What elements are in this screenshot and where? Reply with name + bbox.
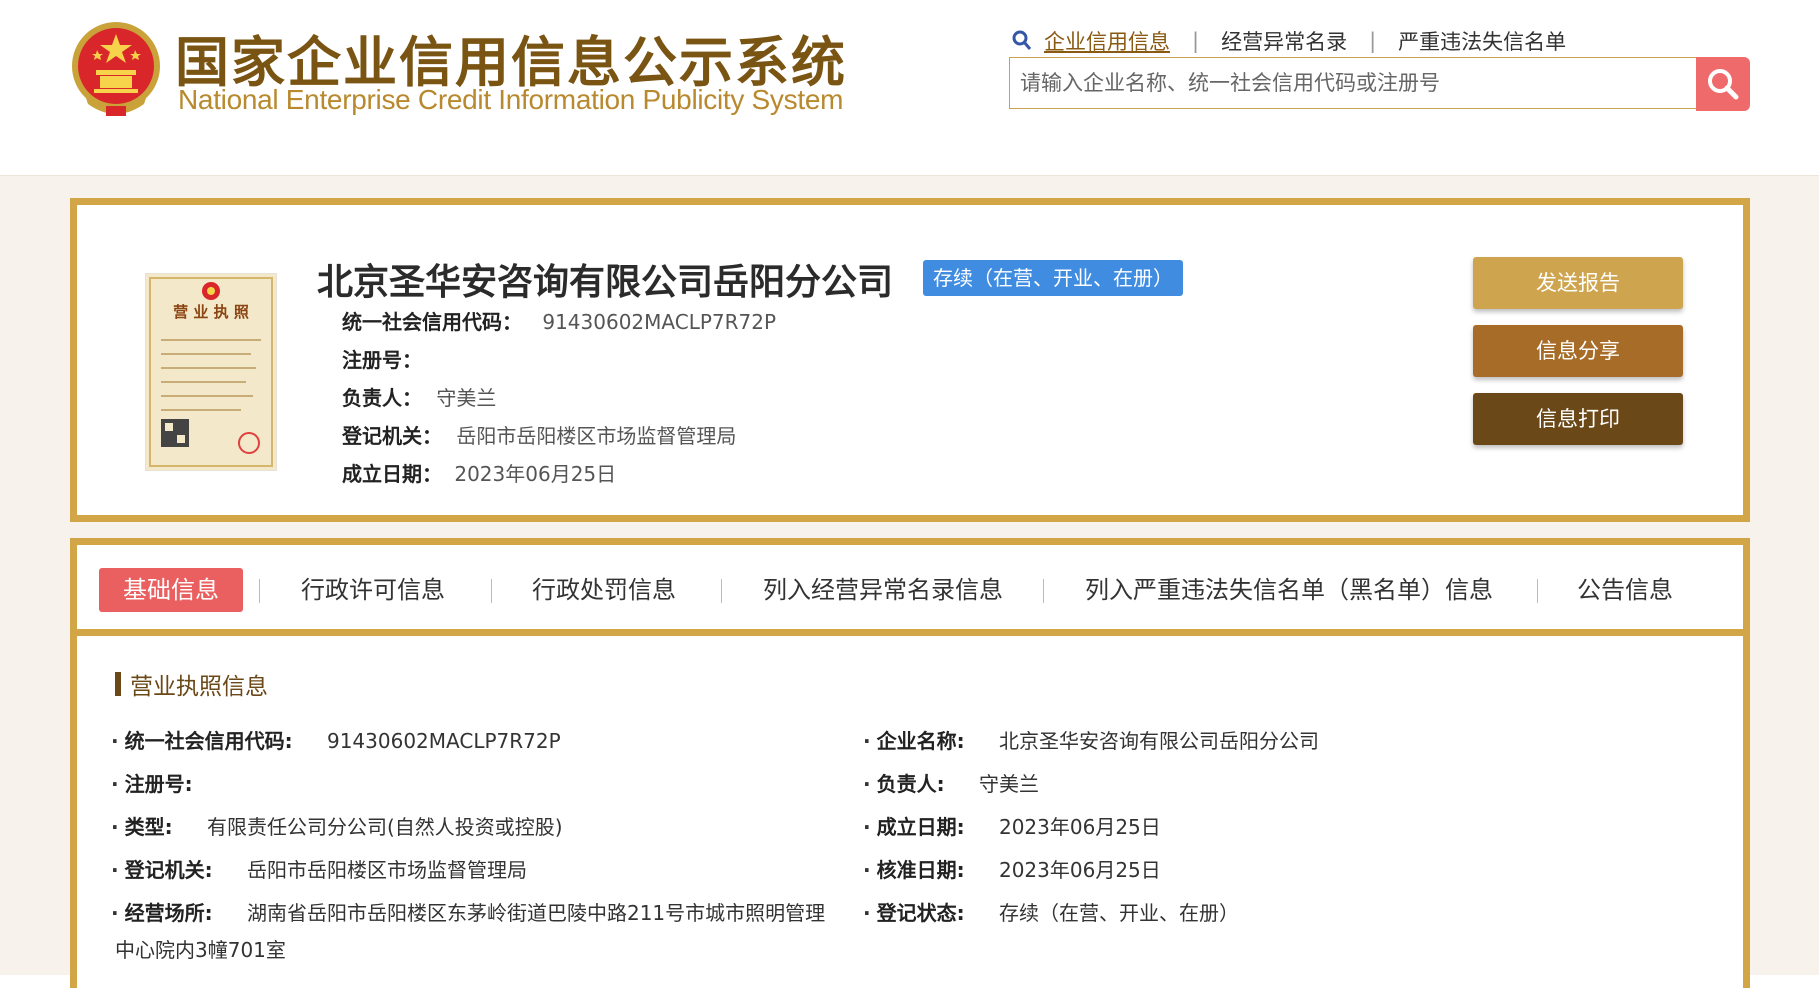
field-label: 统一社会信用代码: <box>124 729 293 753</box>
field-value: 2023年06月25日 <box>998 815 1161 839</box>
tab-admin-license[interactable]: 行政许可信息 <box>301 568 445 612</box>
company-summary-card: 营 业 执 照 北京圣华安咨询有限公司岳阳分公司 存续（在营、开业、在册） 统一… <box>70 198 1750 522</box>
tab-bar: 基础信息 行政许可信息 行政处罚信息 列入经营异常名录信息 列入严重违法失信名单… <box>77 545 1743 636</box>
tab-divider <box>259 579 260 603</box>
field-premises: · 经营场所: 湖南省岳阳市岳阳楼区东茅岭街道巴陵中路211号市城市照明管理 <box>111 901 826 925</box>
info-row-founded: 成立日期： 2023年06月25日 <box>342 455 776 493</box>
authority-label: 登记机关： <box>342 424 442 448</box>
field-label: 登记机关: <box>124 858 213 882</box>
field-value: 2023年06月25日 <box>998 858 1161 882</box>
search-field <box>1009 57 1696 109</box>
field-premises-continued: 中心院内3幢701室 <box>115 938 286 962</box>
section-marker <box>115 672 121 696</box>
tab-admin-penalty[interactable]: 行政处罚信息 <box>532 568 676 612</box>
search-input[interactable] <box>1010 58 1696 108</box>
field-label: 成立日期: <box>876 815 965 839</box>
tab-divider <box>721 579 722 603</box>
status-badge: 存续（在营、开业、在册） <box>923 260 1183 296</box>
field-reg-status: · 登记状态: 存续（在营、开业、在册） <box>863 901 1239 925</box>
business-license-thumbnail[interactable]: 营 业 执 照 <box>145 273 277 471</box>
company-name: 北京圣华安咨询有限公司岳阳分公司 <box>317 262 894 303</box>
field-label: 企业名称: <box>876 729 965 753</box>
field-reg-no: · 注册号: <box>111 772 193 796</box>
info-row-authority: 登记机关： 岳阳市岳阳楼区市场监督管理局 <box>342 417 776 455</box>
person-label: 负责人： <box>342 386 422 410</box>
credit-code-label: 统一社会信用代码： <box>342 310 522 334</box>
national-emblem-icon <box>72 22 160 116</box>
field-type: · 类型: 有限责任公司分公司(自然人投资或控股) <box>111 815 563 839</box>
nav-divider: | <box>1192 29 1200 53</box>
authority-value: 岳阳市岳阳楼区市场监督管理局 <box>456 424 737 448</box>
field-label: 登记状态: <box>876 901 965 925</box>
credit-code-value: 91430602MACLP7R72P <box>542 310 777 334</box>
field-approved: · 核准日期: 2023年06月25日 <box>863 858 1161 882</box>
field-founded: · 成立日期: 2023年06月25日 <box>863 815 1161 839</box>
field-credit-code: · 统一社会信用代码: 91430602MACLP7R72P <box>111 729 561 753</box>
person-value: 守美兰 <box>436 386 497 410</box>
field-value: 湖南省岳阳市岳阳楼区东茅岭街道巴陵中路211号市城市照明管理 <box>246 901 826 925</box>
share-info-button[interactable]: 信息分享 <box>1473 325 1683 377</box>
section-title-license: 营业执照信息 <box>115 667 268 701</box>
field-value: 存续（在营、开业、在册） <box>998 901 1239 925</box>
info-row-credit-code: 统一社会信用代码： 91430602MACLP7R72P <box>342 303 776 341</box>
search-button[interactable] <box>1696 57 1750 111</box>
field-person: · 负责人: 守美兰 <box>863 772 1039 796</box>
nav-serious-violation-link[interactable]: 严重违法失信名单 <box>1398 26 1566 56</box>
tab-divider <box>1537 579 1538 603</box>
field-label: 负责人: <box>876 772 945 796</box>
field-label: 注册号: <box>124 772 193 796</box>
field-value: 91430602MACLP7R72P <box>326 729 561 753</box>
company-detail-card: 基础信息 行政许可信息 行政处罚信息 列入经营异常名录信息 列入严重违法失信名单… <box>70 538 1750 988</box>
search-icon <box>1708 69 1739 100</box>
nav-credit-info-link[interactable]: 企业信用信息 <box>1044 26 1170 56</box>
nav-divider: | <box>1369 29 1377 53</box>
license-title-text: 营 业 执 照 <box>173 303 249 321</box>
reg-no-label: 注册号： <box>342 348 422 372</box>
field-value: 岳阳市岳阳楼区市场监督管理局 <box>246 858 527 882</box>
field-value: 有限责任公司分公司(自然人投资或控股) <box>206 815 563 839</box>
company-key-info: 统一社会信用代码： 91430602MACLP7R72P 注册号： 负责人： 守… <box>342 303 776 493</box>
send-report-button[interactable]: 发送报告 <box>1473 257 1683 309</box>
tab-blacklist[interactable]: 列入严重违法失信名单（黑名单）信息 <box>1085 568 1493 612</box>
tab-divider <box>1043 579 1044 603</box>
tab-announcement[interactable]: 公告信息 <box>1577 568 1673 612</box>
field-value: 守美兰 <box>978 772 1039 796</box>
nav-abnormal-list-link[interactable]: 经营异常名录 <box>1221 26 1347 56</box>
founded-label: 成立日期： <box>342 462 442 486</box>
tab-abnormal-operation[interactable]: 列入经营异常名录信息 <box>763 568 1003 612</box>
site-header: 国家企业信用信息公示系统 National Enterprise Credit … <box>0 0 1819 176</box>
print-info-button[interactable]: 信息打印 <box>1473 393 1683 445</box>
field-value: 北京圣华安咨询有限公司岳阳分公司 <box>998 729 1319 753</box>
field-company-name: · 企业名称: 北京圣华安咨询有限公司岳阳分公司 <box>863 729 1319 753</box>
founded-value: 2023年06月25日 <box>454 462 617 486</box>
field-authority: · 登记机关: 岳阳市岳阳楼区市场监督管理局 <box>111 858 527 882</box>
site-title-en: National Enterprise Credit Information P… <box>178 84 844 115</box>
info-row-person: 负责人： 守美兰 <box>342 379 776 417</box>
tab-divider <box>491 579 492 603</box>
tab-basic-info[interactable]: 基础信息 <box>99 568 243 612</box>
field-label: 经营场所: <box>124 901 213 925</box>
top-nav: 企业信用信息 | 经营异常名录 | 严重违法失信名单 <box>1010 26 1566 56</box>
field-label: 核准日期: <box>876 858 965 882</box>
section-title-text: 营业执照信息 <box>130 674 268 700</box>
field-label: 类型: <box>124 815 173 839</box>
magnifier-icon <box>1012 30 1032 50</box>
info-row-reg-no: 注册号： <box>342 341 776 379</box>
